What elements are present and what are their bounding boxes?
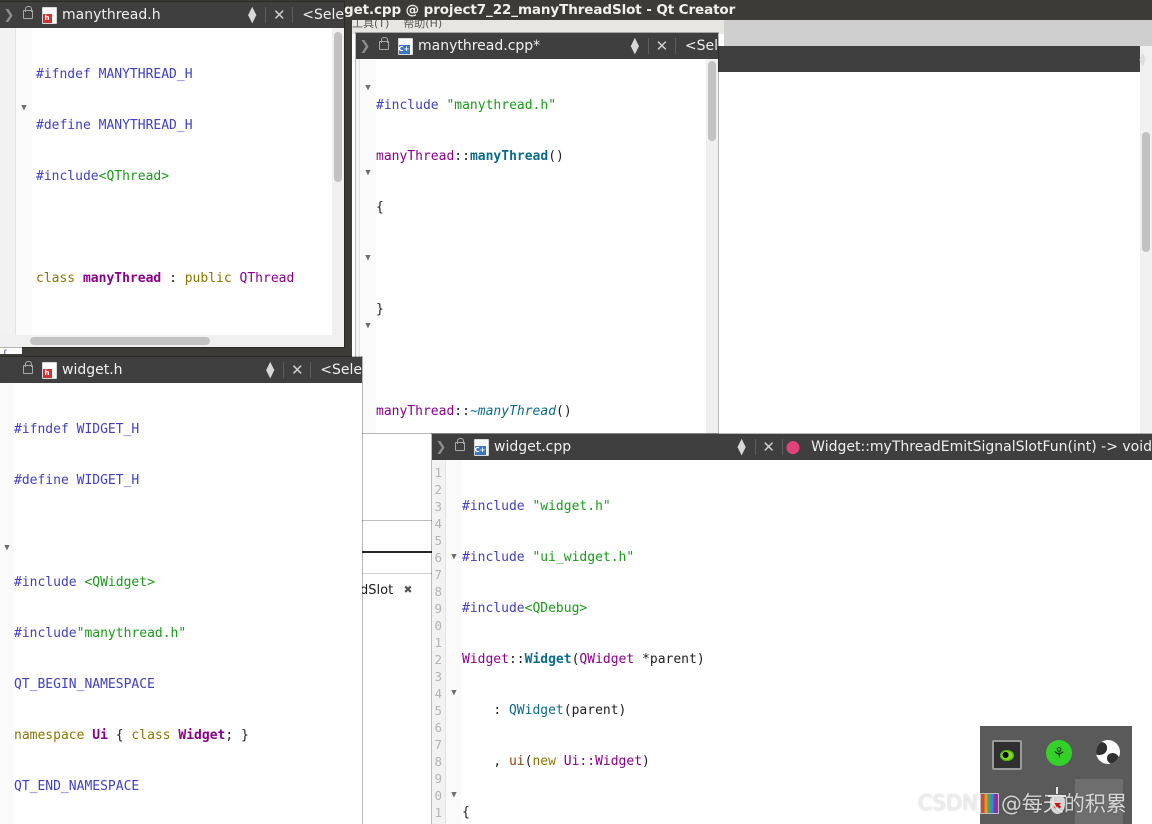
close-icon[interactable]: ✕: [652, 37, 672, 55]
updown-chevron-icon[interactable]: ▲▼: [242, 7, 262, 23]
divider: [283, 362, 284, 378]
expand-chevron-icon[interactable]: ❯: [0, 8, 18, 23]
unlocked-icon[interactable]: [374, 38, 394, 54]
divider: [782, 439, 783, 455]
close-icon[interactable]: ✕: [269, 6, 289, 24]
close-icon[interactable]: ✕: [759, 438, 779, 456]
editor-filename[interactable]: manythread.cpp*: [418, 38, 540, 54]
header-file-icon: h: [38, 362, 60, 379]
menu-item-help[interactable]: 帮助(H): [403, 20, 442, 31]
scrollbar-thumb[interactable]: [708, 61, 716, 141]
cpp-file-icon: C+: [470, 439, 492, 456]
symbol-marker-icon: ⬤: [786, 440, 801, 455]
window-titlebar: get.cpp @ project7_22_manyThreadSlot - Q…: [340, 0, 1152, 20]
cpp-file-icon: C+: [394, 38, 416, 55]
unlocked-icon[interactable]: [18, 362, 38, 378]
watermark-prefix: CSDN: [918, 791, 978, 815]
editor-header-manythread-cpp: ❯ C+ manythread.cpp* ▲▼ ✕ <Sel: [356, 33, 718, 59]
symbol-selector[interactable]: <Sel: [685, 38, 718, 54]
editor-filename[interactable]: manythread.h: [62, 7, 161, 23]
symbol-selector[interactable]: Widget::myThreadEmitSignalSlotFun(int) -…: [811, 439, 1152, 455]
updown-chevron-icon[interactable]: ▲▼: [732, 439, 752, 455]
updown-chevron-icon[interactable]: ▲▼: [260, 362, 280, 378]
expand-chevron-icon[interactable]: ❯: [356, 39, 374, 54]
toolbar-strip: [724, 20, 1152, 46]
background-tab-label[interactable]: dSlot: [360, 580, 435, 600]
unlocked-icon[interactable]: [450, 439, 470, 455]
scrollbar-thumb[interactable]: [30, 337, 210, 345]
csdn-watermark: CSDN @每天的积累: [918, 788, 1127, 818]
editor-vertical-scrollbar[interactable]: [332, 28, 344, 347]
divider: [310, 362, 311, 378]
symbol-selector[interactable]: <Sele: [320, 362, 362, 378]
razer-icon[interactable]: ⚘: [1046, 740, 1072, 766]
close-icon[interactable]: ✕: [287, 361, 307, 379]
menu-bar-fragment[interactable]: 工具(T) 帮助(H): [352, 20, 724, 34]
editor-body-manythread-h[interactable]: ▼ #ifndef MANYTHREAD_H #define MANYTHREA…: [0, 28, 344, 347]
editor-panel-manythread-cpp[interactable]: ❯ C+ manythread.cpp* ▲▼ ✕ <Sel ▼ ▼ ▼▼ #i…: [356, 33, 718, 433]
divider: [675, 38, 676, 54]
watermark-text: @每天的积累: [1001, 788, 1127, 818]
editor-header-manythread-h: ❯ h manythread.h ▲▼ ✕ <Sele: [0, 2, 344, 28]
editor-vertical-scrollbar[interactable]: [706, 59, 718, 433]
editor-panel-widget-h[interactable]: h widget.h ▲▼ ✕ <Sele ▼ #ifndef WIDGET_H…: [0, 357, 362, 824]
editor-filename[interactable]: widget.cpp: [494, 439, 571, 455]
divider: [292, 7, 293, 23]
editor-header-widget-h: h widget.h ▲▼ ✕ <Sele: [0, 357, 362, 383]
editor-header-widget-cpp: ❯ C+ widget.cpp ▲▼ ✕ ⬤ Widget::myThreadE…: [432, 434, 1152, 460]
scrollbar-thumb[interactable]: [1142, 132, 1150, 252]
unlocked-icon[interactable]: [18, 7, 38, 23]
csdn-logo-icon: [980, 793, 999, 814]
editor-body-manythread-cpp[interactable]: ▼ ▼ ▼▼ #include "manythread.h" manyThrea…: [356, 59, 718, 433]
divider: [265, 7, 266, 23]
expand-chevron-icon[interactable]: ❯: [432, 440, 450, 455]
window-title: get.cpp @ project7_22_manyThreadSlot - Q…: [344, 2, 735, 18]
globe-icon[interactable]: [1096, 740, 1120, 764]
divider: [648, 38, 649, 54]
header-file-icon: h: [38, 7, 60, 24]
editor-filename[interactable]: widget.h: [62, 362, 123, 378]
editor-horizontal-scrollbar[interactable]: [0, 335, 344, 347]
close-icon[interactable]: ✖: [404, 582, 412, 598]
background-updown-chevron-icon[interactable]: ▲▼: [1139, 52, 1146, 66]
menu-item-tools[interactable]: 工具(T): [352, 20, 389, 31]
scrollbar-thumb[interactable]: [334, 32, 342, 182]
updown-chevron-icon[interactable]: ▲▼: [625, 38, 645, 54]
nvidia-settings-icon[interactable]: [992, 740, 1022, 770]
symbol-selector[interactable]: <Sele: [302, 7, 344, 23]
divider: [755, 439, 756, 455]
editor-panel-manythread-h[interactable]: ❯ h manythread.h ▲▼ ✕ <Sele ▼ #ifndef MA…: [0, 2, 344, 347]
editor-body-widget-h[interactable]: ▼ #ifndef WIDGET_H #define WIDGET_H #inc…: [0, 383, 362, 824]
background-vertical-scrollbar[interactable]: [1140, 46, 1152, 434]
